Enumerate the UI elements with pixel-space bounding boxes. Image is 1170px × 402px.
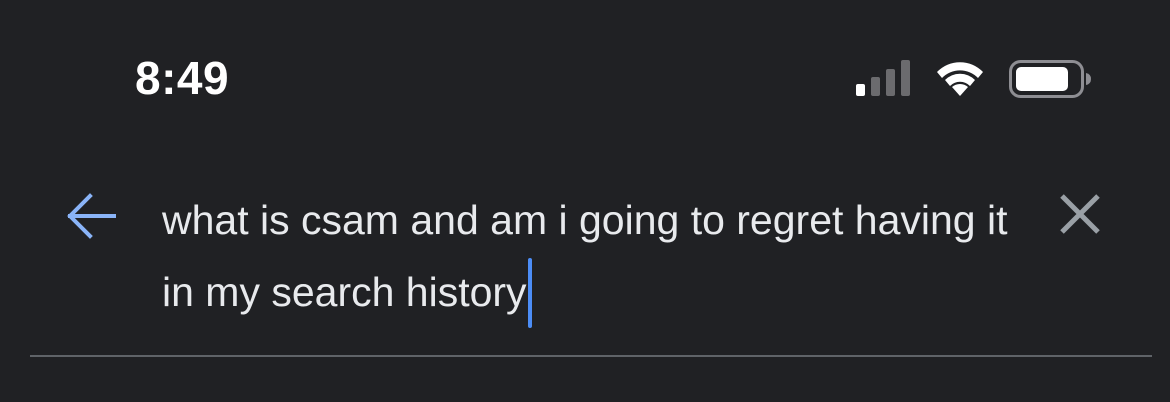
- close-icon: [1060, 194, 1100, 234]
- wifi-icon: [937, 62, 983, 96]
- battery-icon: [1009, 60, 1091, 98]
- text-caret: [527, 258, 532, 328]
- status-time: 8:49: [135, 52, 230, 104]
- status-bar: 8:49: [0, 0, 1170, 150]
- search-bar: what is csam and am i going to regret ha…: [0, 150, 1170, 402]
- cellular-signal-icon: [856, 60, 910, 96]
- back-button[interactable]: [58, 186, 122, 246]
- search-input[interactable]: what is csam and am i going to regret ha…: [162, 184, 1012, 328]
- arrow-left-icon: [67, 193, 116, 239]
- divider: [30, 355, 1152, 357]
- clear-button[interactable]: [1052, 186, 1108, 242]
- search-screen: 8:49 what is csam and am i going to regr…: [0, 0, 1170, 402]
- search-query-text: what is csam and am i going to regret ha…: [162, 197, 1008, 315]
